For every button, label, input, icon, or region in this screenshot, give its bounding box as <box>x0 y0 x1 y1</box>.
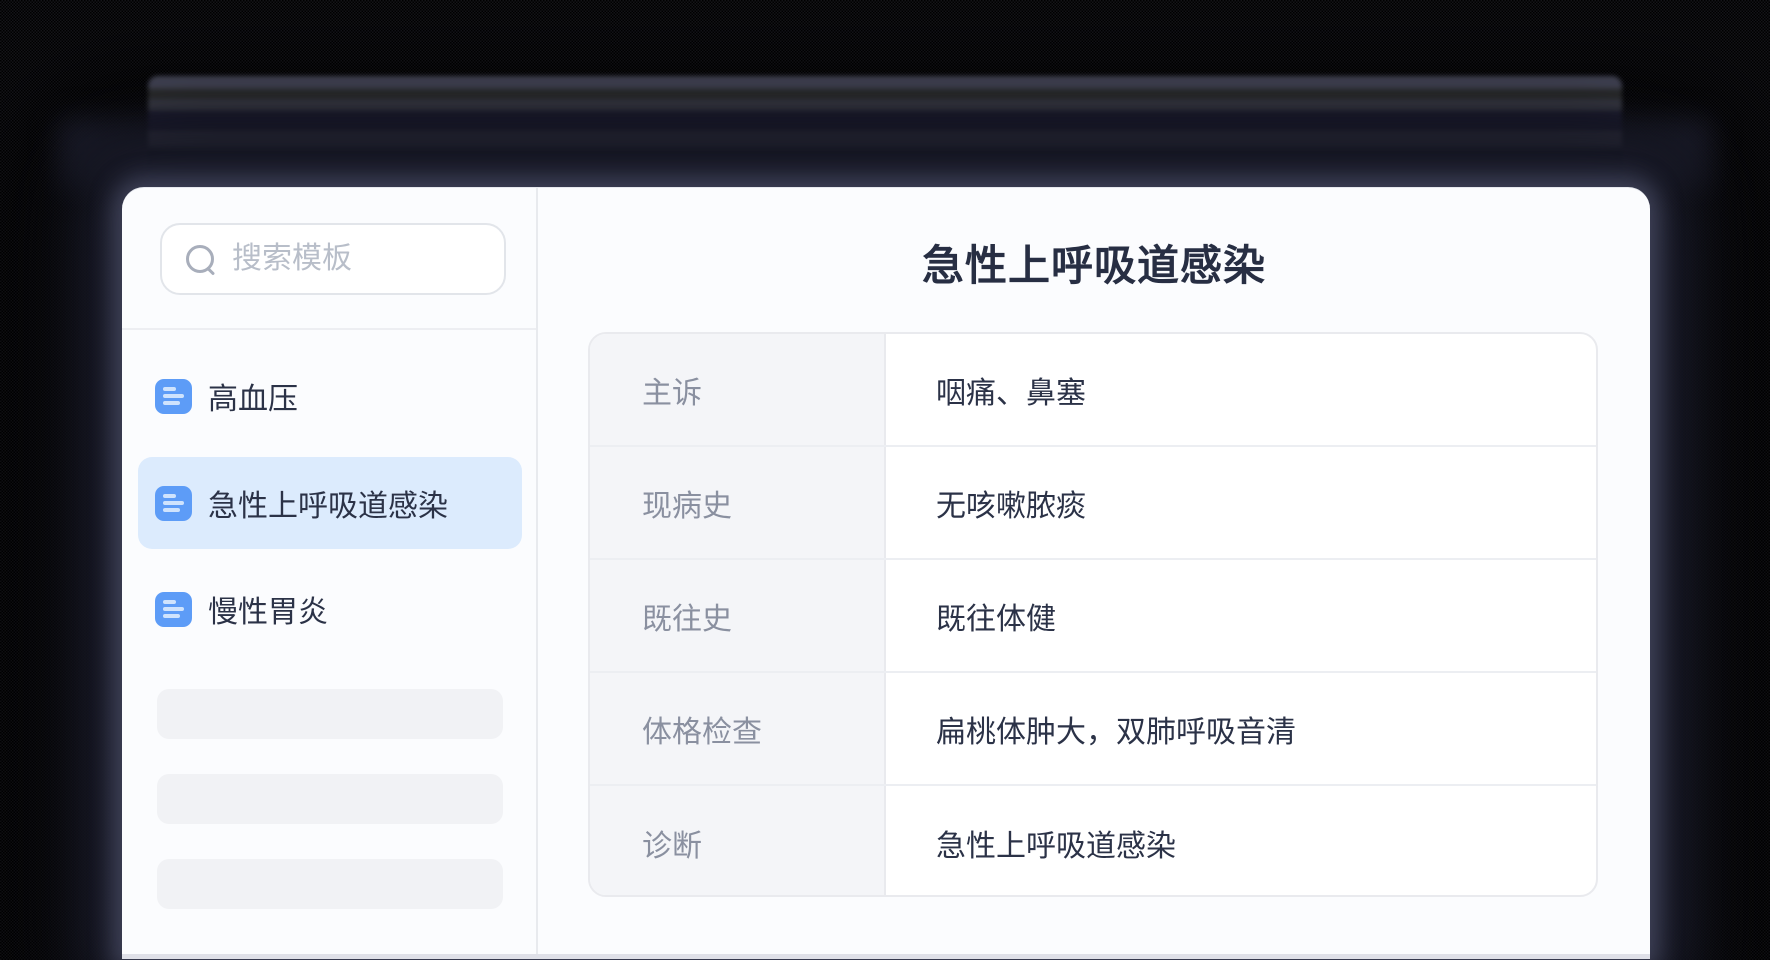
table-row: 体格检查 扁桃体肿大，双肺呼吸音清 <box>590 673 1596 786</box>
page-title: 急性上呼吸道感染 <box>538 232 1650 293</box>
sidebar-separator <box>122 328 536 330</box>
search-input[interactable] <box>230 241 504 277</box>
stacked-shadow-bands <box>148 76 1622 188</box>
table-row: 现病史 无咳嗽脓痰 <box>590 447 1596 560</box>
document-icon <box>155 592 192 627</box>
row-value: 扁桃体肿大，双肺呼吸音清 <box>886 673 1596 784</box>
row-value: 咽痛、鼻塞 <box>886 334 1596 445</box>
table-row: 主诉 咽痛、鼻塞 <box>590 334 1596 447</box>
app-card: 高血压 急性上呼吸道感染 慢性胃炎 急性上呼吸道感染 主诉 咽痛、鼻塞 现病史 … <box>122 187 1650 959</box>
row-label: 诊断 <box>590 786 886 897</box>
search-icon <box>186 245 214 273</box>
table-row: 既往史 既往体健 <box>590 560 1596 673</box>
skeleton-placeholder <box>157 774 503 824</box>
sidebar-item-label: 急性上呼吸道感染 <box>208 481 448 525</box>
document-icon <box>155 379 192 414</box>
row-label: 体格检查 <box>590 673 886 784</box>
skeleton-placeholder <box>157 859 503 909</box>
template-sidebar: 高血压 急性上呼吸道感染 慢性胃炎 <box>122 188 538 954</box>
document-icon <box>155 486 192 521</box>
row-value: 既往体健 <box>886 560 1596 671</box>
medical-record-table: 主诉 咽痛、鼻塞 现病史 无咳嗽脓痰 既往史 既往体健 体格检查 扁桃体肿大，双… <box>588 332 1598 897</box>
template-detail-panel: 急性上呼吸道感染 主诉 咽痛、鼻塞 现病史 无咳嗽脓痰 既往史 既往体健 体格检… <box>538 188 1650 954</box>
sidebar-item-label: 慢性胃炎 <box>208 587 328 631</box>
row-value: 急性上呼吸道感染 <box>886 786 1596 897</box>
sidebar-item-label: 高血压 <box>208 374 298 418</box>
skeleton-placeholder <box>157 689 503 739</box>
search-box[interactable] <box>160 223 506 295</box>
sidebar-item-acute-uri[interactable]: 急性上呼吸道感染 <box>138 457 522 549</box>
row-label: 既往史 <box>590 560 886 671</box>
row-label: 现病史 <box>590 447 886 558</box>
row-label: 主诉 <box>590 334 886 445</box>
sidebar-item-chronic-gastritis[interactable]: 慢性胃炎 <box>138 563 522 655</box>
row-value: 无咳嗽脓痰 <box>886 447 1596 558</box>
sidebar-item-hypertension[interactable]: 高血压 <box>138 350 522 442</box>
table-row: 诊断 急性上呼吸道感染 <box>590 786 1596 897</box>
